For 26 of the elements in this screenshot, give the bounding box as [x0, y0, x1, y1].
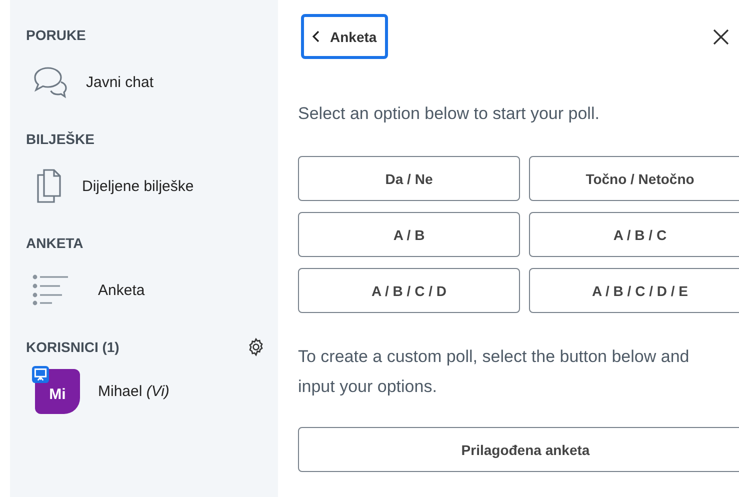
item-label: Javni chat [86, 74, 154, 90]
list-icon [32, 274, 70, 306]
poll-option-button[interactable]: Točno / Netočno [529, 156, 739, 201]
instruction-text: To create a custom poll, select the button below and input your options. [298, 346, 690, 398]
instruction-text: Select an option below to start your poll. [298, 104, 600, 124]
item-label: Anketa [98, 282, 145, 298]
poll-option-button[interactable]: Da / Ne [298, 156, 520, 201]
poll-option-button[interactable]: A / B / C [529, 212, 739, 257]
custom-poll-button[interactable]: Prilagođena anketa [298, 427, 739, 472]
back-button[interactable]: Anketa [301, 14, 388, 59]
poll-option-button[interactable]: A / B / C / D / E [529, 268, 739, 313]
section-heading: ANKETA [26, 235, 84, 251]
item-label: Dijeljene bilješke [82, 178, 194, 194]
section-heading: BILJEŠKE [26, 131, 94, 147]
sidebar-item[interactable]: Anketa [10, 254, 278, 326]
sidebar-item[interactable]: Dijeljene bilješke [10, 150, 278, 222]
chat-bubbles-icon [32, 65, 70, 99]
section-heading: KORISNICI (1) [26, 339, 120, 355]
poll-option-button[interactable]: A / B / C / D [298, 268, 520, 313]
section-heading: PORUKE [26, 27, 86, 43]
user-name[interactable]: Mihael (Vi) [98, 382, 170, 400]
close-icon[interactable] [713, 28, 729, 44]
user-avatar: Mi [35, 368, 80, 414]
chevron-left-icon [312, 30, 320, 43]
poll-option-button[interactable]: A / B [298, 212, 520, 257]
sidebar-item[interactable]: Javni chat [10, 46, 278, 118]
